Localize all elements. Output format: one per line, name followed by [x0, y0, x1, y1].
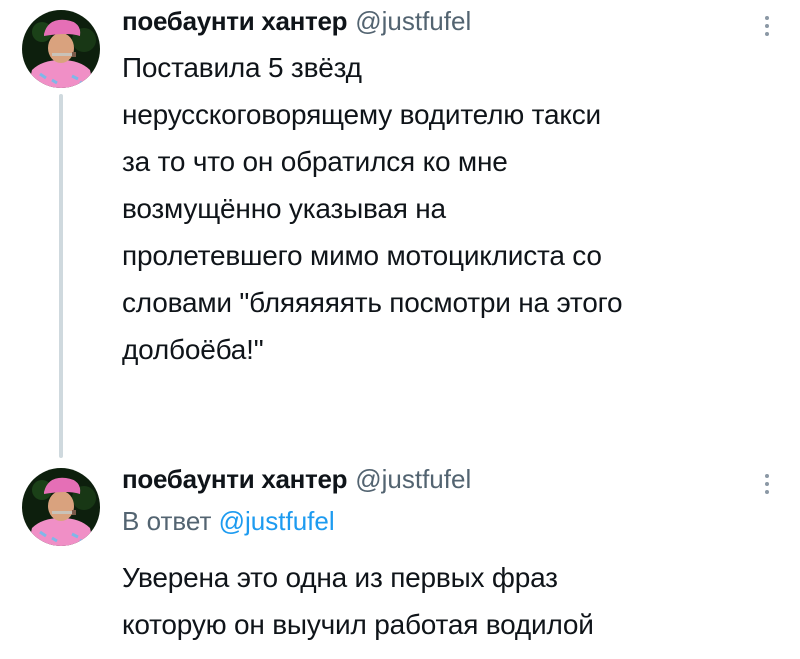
profile-photo-icon	[22, 468, 100, 546]
avatar[interactable]	[22, 10, 100, 88]
reply-prefix: В ответ	[122, 506, 212, 536]
more-vertical-icon[interactable]	[755, 466, 779, 502]
reply-mention-link[interactable]: @justfufel	[219, 506, 335, 536]
avatar[interactable]	[22, 468, 100, 546]
profile-photo-icon	[22, 10, 100, 88]
user-handle[interactable]: @justfufel	[355, 464, 471, 495]
more-vertical-icon[interactable]	[755, 8, 779, 44]
tweet-text: Уверена это одна из первых фраз которую …	[122, 562, 594, 640]
tweet-text: Поставила 5 звёзд нерусскоговорящему вод…	[122, 52, 623, 365]
reply-context: В ответ @justfufel	[122, 506, 335, 537]
display-name[interactable]: поебаунти хантер	[122, 464, 348, 495]
thread-connector-line	[59, 94, 63, 458]
display-name[interactable]: поебаунти хантер	[122, 6, 348, 37]
tweet-header: поебаунти хантер @justfufel	[122, 464, 471, 500]
tweet-header: поебаунти хантер @justfufel	[122, 6, 471, 42]
tweet[interactable]: поебаунти хантер @justfufel В ответ @jus…	[0, 458, 800, 659]
user-handle[interactable]: @justfufel	[355, 6, 471, 37]
tweet[interactable]: поебаунти хантер @justfufel Поставила 5 …	[0, 0, 800, 460]
